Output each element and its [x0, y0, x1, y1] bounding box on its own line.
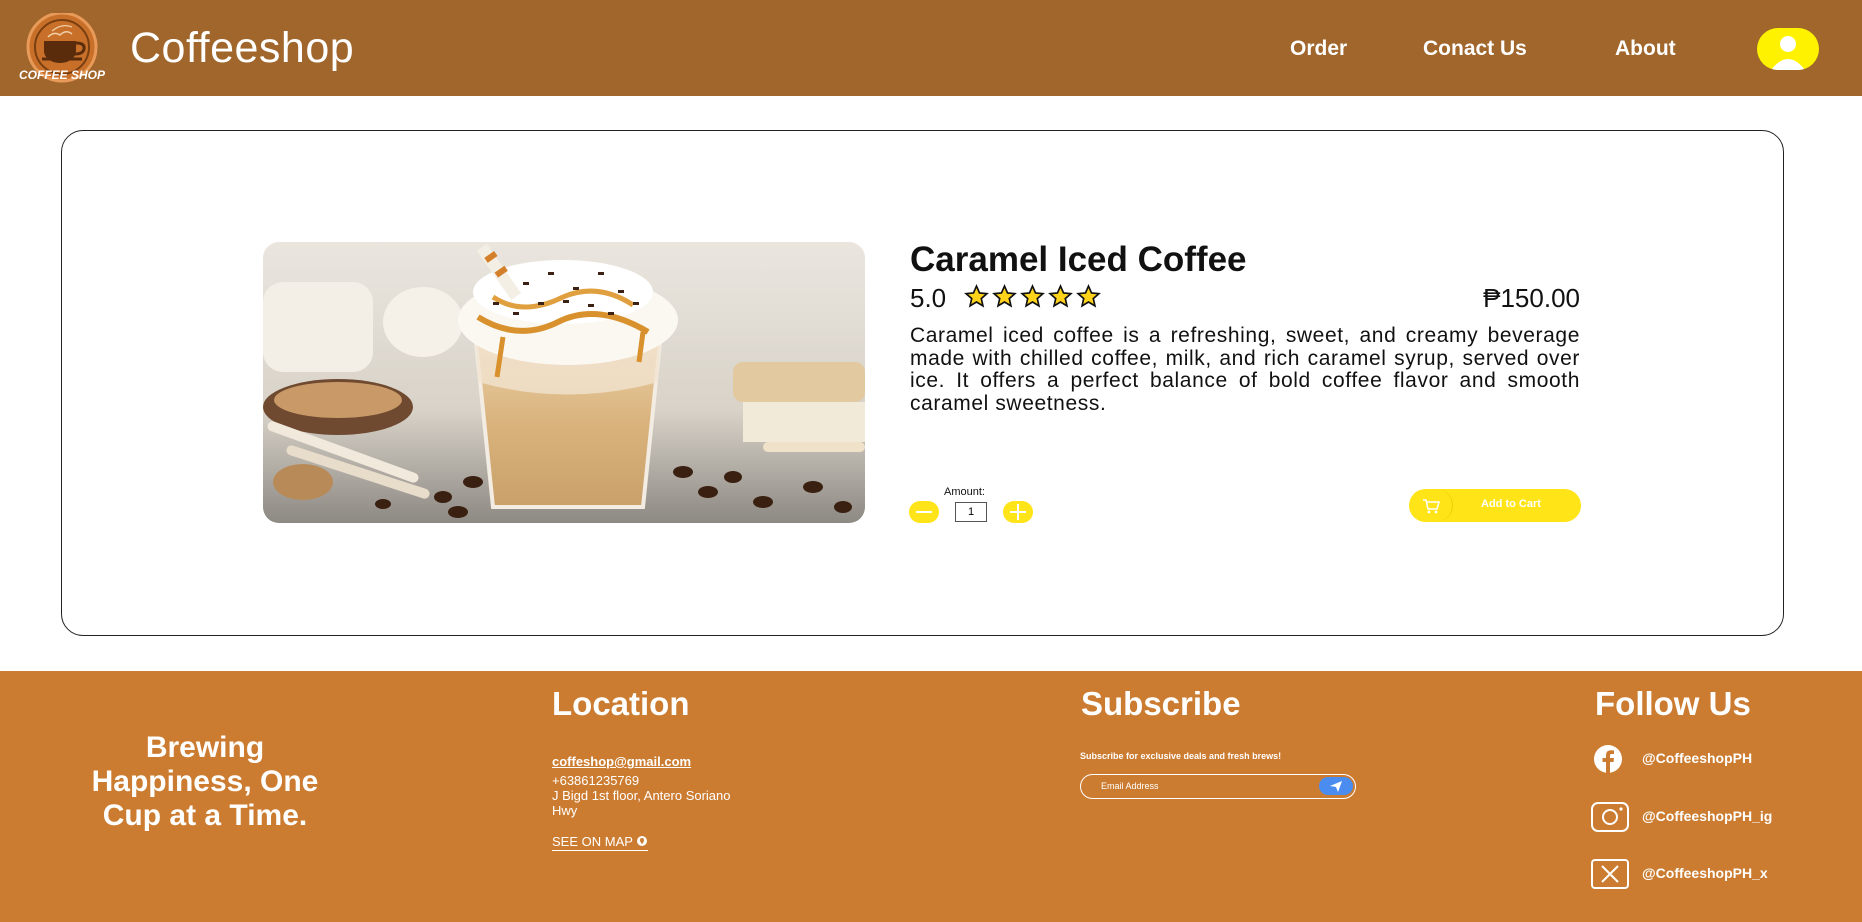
contact-email-link[interactable]: coffeshop@gmail.com	[552, 754, 691, 769]
instagram-icon	[1591, 802, 1629, 832]
footer-tagline: Brewing Happiness, One Cup at a Time.	[91, 731, 319, 832]
see-on-map-link[interactable]: SEE ON MAP	[552, 834, 649, 851]
product-image	[263, 242, 865, 523]
product-description: Caramel iced coffee is a refreshing, swe…	[910, 324, 1580, 415]
nav-contact-us[interactable]: Conact Us	[1423, 37, 1527, 61]
subscribe-title: Subscribe	[1081, 685, 1241, 722]
increase-quantity-button[interactable]	[1003, 501, 1033, 523]
email-placeholder: Email Address	[1101, 781, 1159, 791]
address-line-1: J Bigd 1st floor, Antero Soriano	[552, 788, 731, 803]
send-icon	[1330, 781, 1342, 792]
star-icon	[1020, 284, 1045, 308]
facebook-link[interactable]: @CoffeeshopPH	[1590, 744, 1752, 774]
plus-icon	[1010, 504, 1026, 520]
quantity-input[interactable]	[955, 502, 987, 522]
x-handle: @CoffeeshopPH_x	[1642, 865, 1768, 881]
facebook-icon	[1594, 745, 1622, 773]
rating-value: 5.0	[910, 283, 947, 313]
address-line-2: Hwy	[552, 803, 578, 818]
map-pin-icon	[637, 836, 648, 846]
coffee-shop-logo[interactable]: COFFEE SHOP	[14, 11, 112, 85]
x-icon	[1591, 859, 1629, 889]
rating-stars	[964, 284, 1101, 310]
subscribe-text: Subscribe for exclusive deals and fresh …	[1080, 751, 1282, 761]
star-icon	[964, 284, 989, 308]
user-avatar-icon[interactable]	[1757, 28, 1819, 70]
email-input[interactable]: Email Address	[1080, 774, 1356, 799]
nav-order[interactable]: Order	[1290, 37, 1347, 61]
star-icon	[1076, 284, 1101, 308]
add-to-cart-label: Add to Cart	[1481, 498, 1541, 510]
amount-label: Amount:	[944, 486, 985, 498]
nav-about[interactable]: About	[1615, 37, 1676, 61]
product-price: ₱150.00	[1483, 283, 1580, 313]
facebook-handle: @CoffeeshopPH	[1642, 750, 1753, 766]
x-link[interactable]: @CoffeeshopPH_x	[1590, 859, 1768, 889]
location-title: Location	[552, 685, 690, 722]
brand-name[interactable]: Coffeeshop	[130, 24, 354, 73]
add-to-cart-button[interactable]: Add to Cart	[1409, 489, 1581, 522]
decrease-quantity-button[interactable]	[909, 501, 939, 523]
header: COFFEE SHOP Coffeeshop Order Conact Us A…	[0, 0, 1862, 96]
logo-text: COFFEE SHOP	[19, 68, 106, 82]
subscribe-send-button[interactable]	[1319, 777, 1353, 795]
contact-phone: +63861235769	[552, 773, 640, 788]
star-icon	[1048, 284, 1073, 308]
follow-us-title: Follow Us	[1595, 685, 1751, 722]
product-title: Caramel Iced Coffee	[910, 240, 1247, 279]
minus-icon	[916, 511, 932, 513]
footer: Brewing Happiness, One Cup at a Time. Lo…	[0, 671, 1862, 922]
see-on-map-label: SEE ON MAP	[552, 834, 633, 849]
star-icon	[992, 284, 1017, 308]
cart-icon	[1409, 489, 1453, 522]
instagram-link[interactable]: @CoffeeshopPH_ig	[1590, 802, 1772, 832]
instagram-handle: @CoffeeshopPH_ig	[1642, 808, 1773, 824]
